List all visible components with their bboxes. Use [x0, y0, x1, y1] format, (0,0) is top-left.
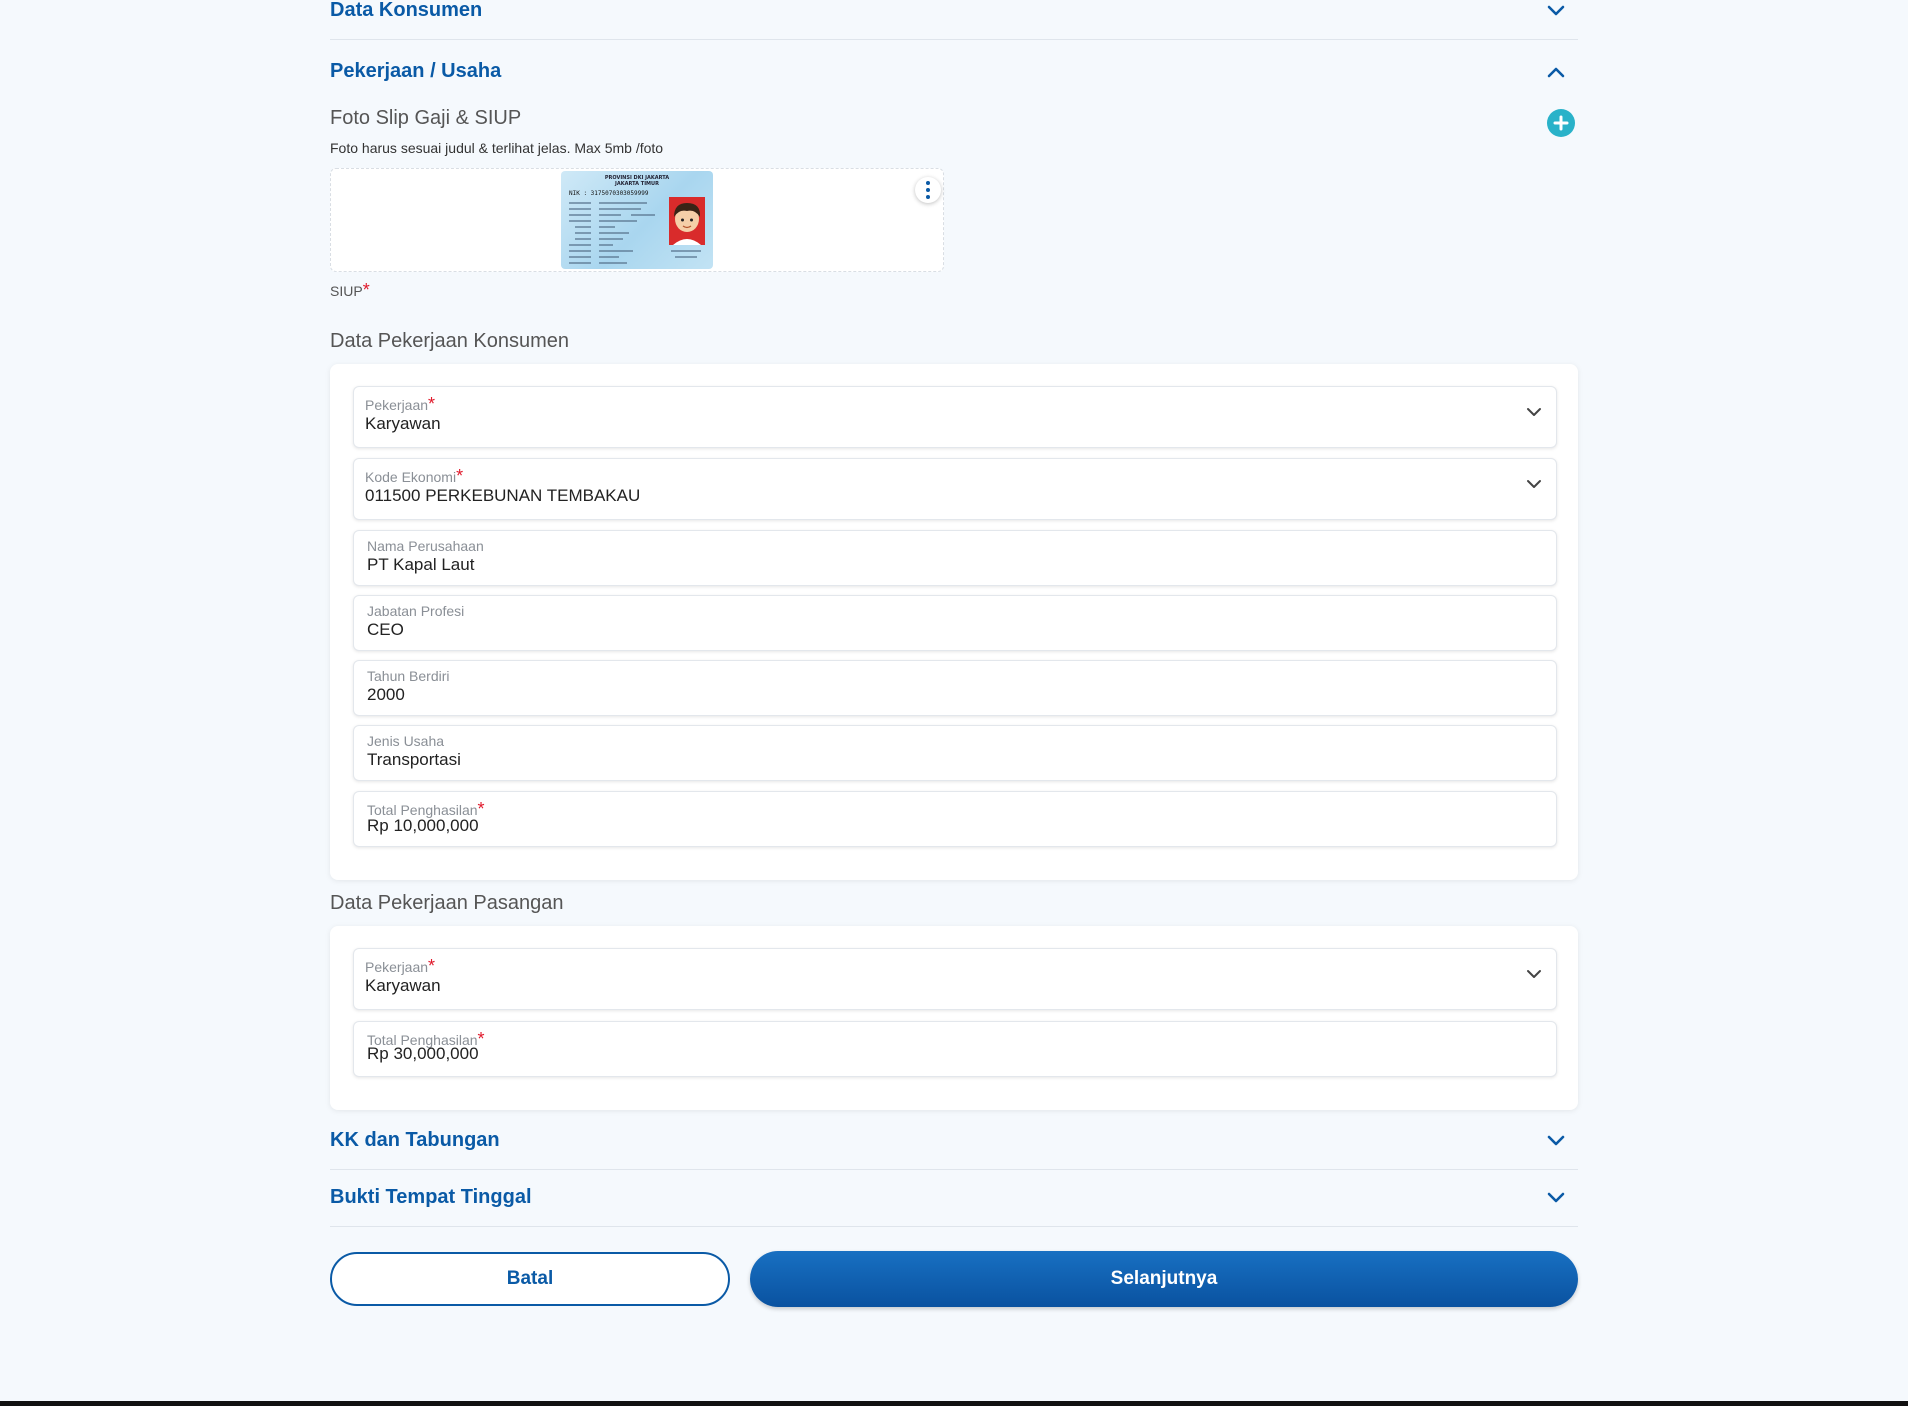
section-title-konsumen: Data Pekerjaan Konsumen	[330, 330, 570, 352]
field-label: Jabatan Profesi	[367, 603, 465, 619]
photo-upload-box[interactable]: PROVINSI DKI JAKARTA JAKARTA TIMUR NIK :…	[330, 168, 944, 272]
accordion-title: Data Konsumen	[330, 0, 483, 21]
jenis-usaha-field[interactable]: Jenis Usaha Transportasi	[353, 725, 1557, 781]
accordion-bukti-tempat-tinggal[interactable]: Bukti Tempat Tinggal	[330, 1169, 1578, 1227]
field-label: Jenis Usaha	[367, 733, 445, 749]
field-value: Karyawan	[365, 414, 441, 433]
accordion-title: KK dan Tabungan	[330, 1129, 500, 1151]
card-nik: NIK : 3175070303059999	[569, 190, 649, 197]
field-value: Rp 30,000,000	[367, 1044, 479, 1063]
next-button[interactable]: Selanjutnya	[750, 1251, 1578, 1307]
more-options-button[interactable]	[915, 177, 941, 203]
id-card-image: PROVINSI DKI JAKARTA JAKARTA TIMUR NIK :…	[569, 175, 705, 264]
siup-thumbnail[interactable]: PROVINSI DKI JAKARTA JAKARTA TIMUR NIK :…	[561, 171, 713, 269]
chevron-down-icon	[1527, 408, 1541, 416]
field-value: 011500 PERKEBUNAN TEMBAKAU	[365, 486, 641, 505]
pasangan-card: Pekerjaan* Karyawan Total Penghasilan* R…	[330, 926, 1578, 1110]
chevron-down-icon	[1527, 970, 1541, 978]
field-label: Pekerjaan*	[365, 394, 436, 414]
konsumen-card: Pekerjaan* Karyawan Kode Ekonomi* 011500…	[330, 364, 1578, 880]
accordion-pekerjaan-usaha[interactable]: Pekerjaan / Usaha	[330, 43, 1578, 100]
plus-icon	[1553, 115, 1569, 131]
field-value: PT Kapal Laut	[367, 555, 475, 574]
nama-perusahaan-field[interactable]: Nama Perusahaan PT Kapal Laut	[353, 530, 1557, 586]
accordion-data-konsumen[interactable]: Data Konsumen	[330, 0, 1578, 40]
chevron-down-icon	[1544, 1186, 1568, 1210]
field-label: Pekerjaan*	[365, 956, 436, 976]
pasangan-pekerjaan-select[interactable]: Pekerjaan* Karyawan	[353, 948, 1557, 1010]
accordion-title: Pekerjaan / Usaha	[330, 60, 502, 82]
accordion-kk-tabungan[interactable]: KK dan Tabungan	[330, 1112, 1578, 1170]
section-title-pasangan: Data Pekerjaan Pasangan	[330, 892, 564, 914]
pekerjaan-select[interactable]: Pekerjaan* Karyawan	[353, 386, 1557, 448]
chevron-down-icon	[1527, 480, 1541, 488]
jabatan-profesi-field[interactable]: Jabatan Profesi CEO	[353, 595, 1557, 651]
photo-title: Foto Slip Gaji & SIUP	[330, 107, 522, 129]
required-asterisk: *	[362, 280, 370, 300]
kode-ekonomi-select[interactable]: Kode Ekonomi* 011500 PERKEBUNAN TEMBAKAU	[353, 458, 1557, 520]
field-value: 2000	[367, 685, 405, 704]
total-penghasilan-field[interactable]: Total Penghasilan* Rp 10,000,000	[353, 791, 1557, 847]
add-photo-button[interactable]	[1547, 109, 1575, 137]
field-value: Transportasi	[367, 750, 461, 769]
bottom-bar	[0, 1401, 1908, 1406]
chevron-up-icon	[1544, 60, 1568, 84]
accordion-title: Bukti Tempat Tinggal	[330, 1186, 532, 1208]
photo-caption: SIUP*	[330, 280, 370, 301]
pasangan-penghasilan-field[interactable]: Total Penghasilan* Rp 30,000,000	[353, 1021, 1557, 1077]
chevron-down-icon	[1544, 0, 1568, 23]
field-label: Tahun Berdiri	[367, 668, 450, 684]
field-value: Rp 10,000,000	[367, 816, 479, 835]
field-value: Karyawan	[365, 976, 441, 995]
tahun-berdiri-field[interactable]: Tahun Berdiri 2000	[353, 660, 1557, 716]
cancel-button[interactable]: Batal	[330, 1252, 730, 1306]
card-header-2: JAKARTA TIMUR	[614, 181, 659, 187]
field-label: Nama Perusahaan	[367, 538, 484, 554]
photo-note: Foto harus sesuai judul & terlihat jelas…	[330, 140, 664, 156]
field-value: CEO	[367, 620, 404, 639]
caption-text: SIUP	[330, 283, 363, 299]
chevron-down-icon	[1544, 1129, 1568, 1153]
field-label: Kode Ekonomi*	[365, 466, 464, 486]
